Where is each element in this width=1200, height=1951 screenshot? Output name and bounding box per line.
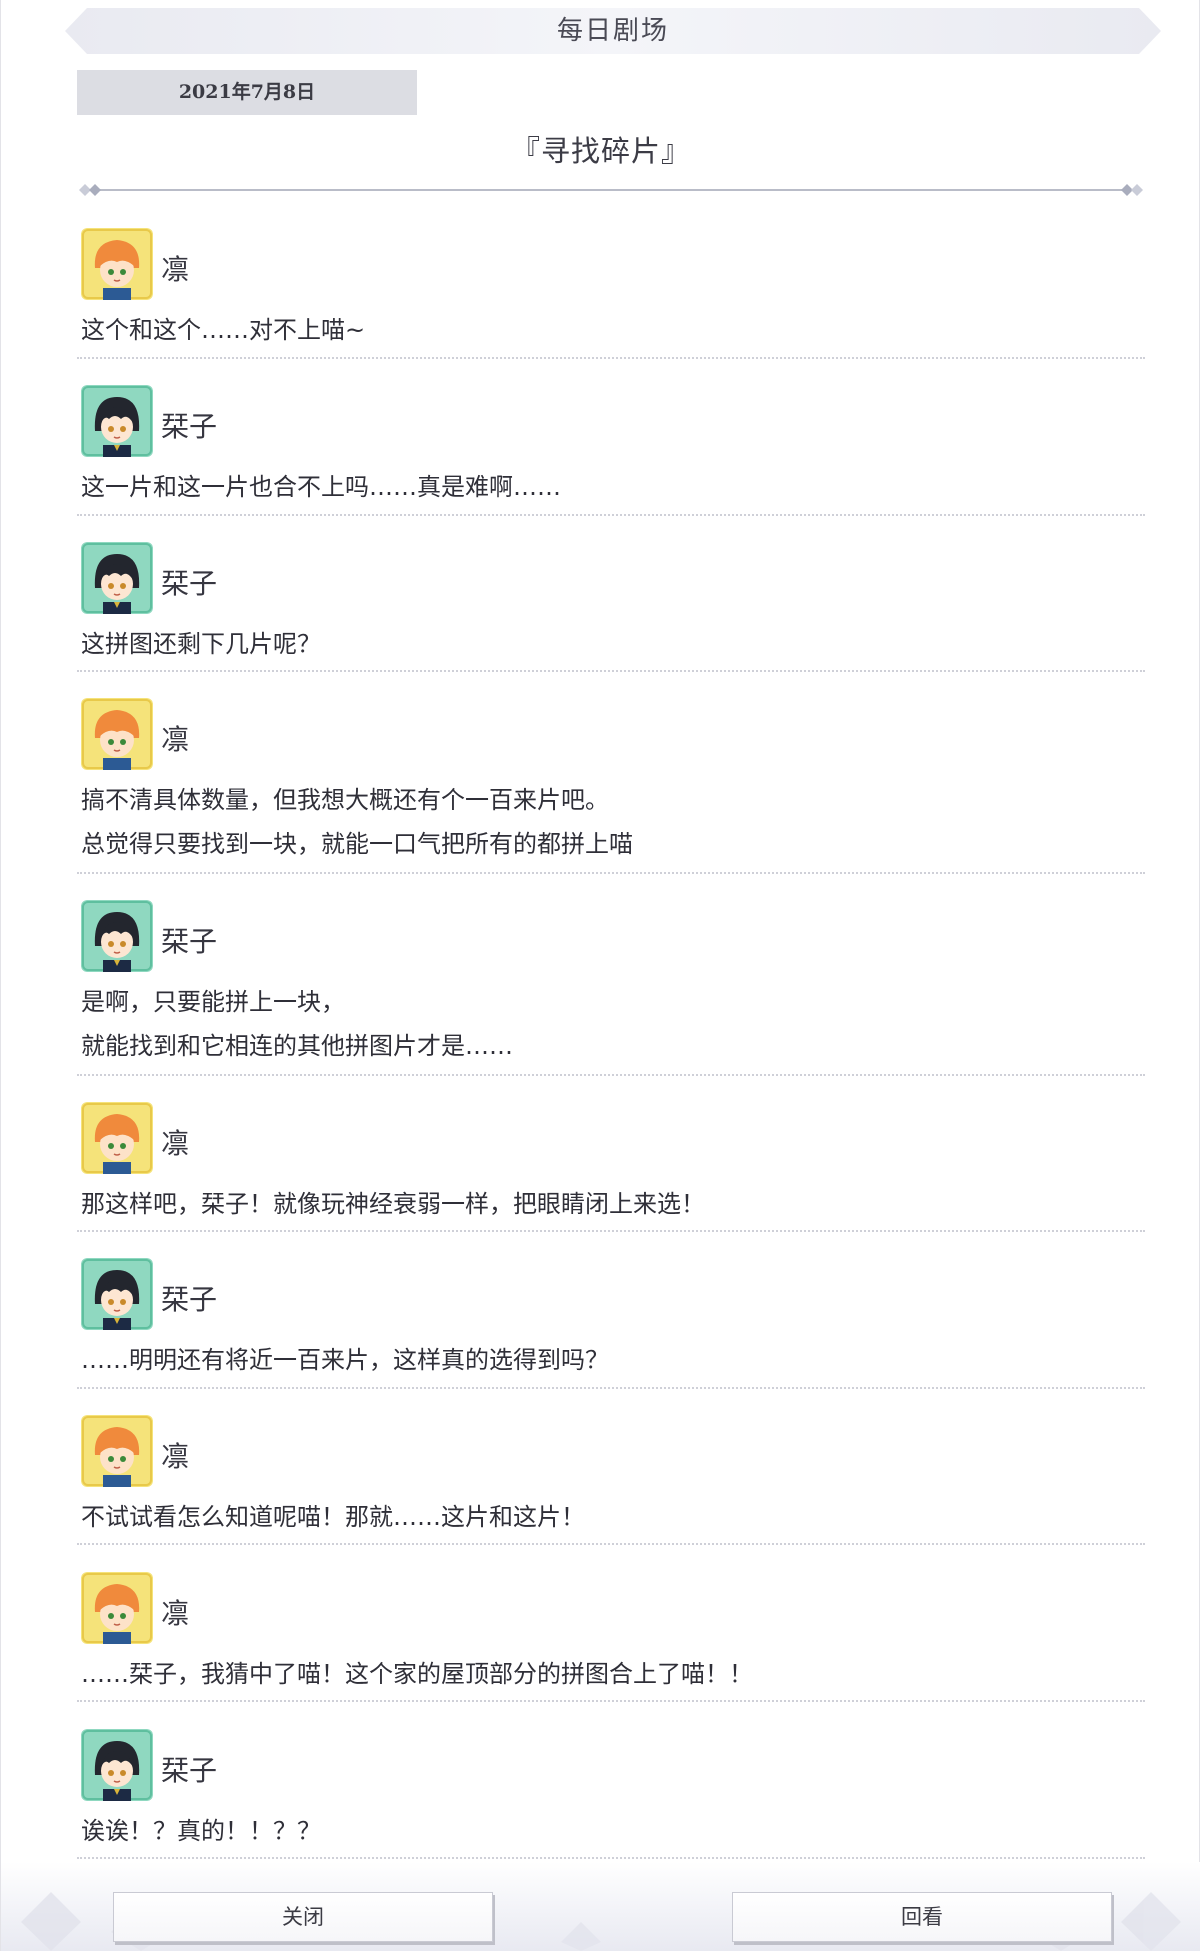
dialogue-line: 总觉得只要找到一块，就能一口气把所有的都拼上喵 bbox=[81, 830, 633, 858]
rin-avatar-icon bbox=[81, 1572, 153, 1644]
shioriko-avatar-icon bbox=[81, 542, 153, 614]
dialogue-line: 这拼图还剩下几片呢？ bbox=[81, 630, 321, 658]
shioriko-avatar-icon bbox=[81, 1258, 153, 1330]
speaker-name: 凛 bbox=[161, 253, 190, 286]
title-divider bbox=[75, 178, 1147, 202]
speaker-name: 凛 bbox=[161, 723, 190, 756]
header-banner: 每日剧场 bbox=[65, 8, 1161, 54]
daily-theater-page: 每日剧场 2021年7月8日 『寻找碎片』 凛 这个和这个……对不上喵~ 栞子 … bbox=[0, 0, 1200, 1951]
dialogue-line: 那这样吧，栞子！就像玩神经衰弱一样，把眼睛闭上来选！ bbox=[81, 1190, 705, 1218]
speaker-name: 凛 bbox=[161, 1127, 190, 1160]
speaker-name: 栞子 bbox=[161, 925, 218, 958]
dialogue-line: 诶诶！？真的！！？？ bbox=[81, 1817, 321, 1845]
dialogue-line: ……明明还有将近一百来片，这样真的选得到吗？ bbox=[81, 1346, 609, 1374]
rin-avatar-icon bbox=[81, 228, 153, 300]
speaker-name: 凛 bbox=[161, 1440, 190, 1473]
speaker-name: 栞子 bbox=[161, 1754, 218, 1787]
speaker-name: 凛 bbox=[161, 1597, 190, 1630]
entry-divider bbox=[77, 670, 1145, 672]
dialogue-line: 不试试看怎么知道呢喵！那就……这片和这片！ bbox=[81, 1503, 585, 1531]
rin-avatar-icon bbox=[81, 698, 153, 770]
date-label: 2021年7月8日 bbox=[77, 70, 417, 115]
entry-divider bbox=[77, 872, 1145, 874]
entry-divider bbox=[77, 1074, 1145, 1076]
header-title: 每日剧场 bbox=[556, 16, 669, 46]
dialogue-line: 就能找到和它相连的其他拼图片才是…… bbox=[81, 1032, 513, 1060]
entry-divider bbox=[77, 1543, 1145, 1545]
speaker-name: 栞子 bbox=[161, 567, 218, 600]
entry-divider bbox=[77, 514, 1145, 516]
entry-divider bbox=[77, 1387, 1145, 1389]
episode-title: 『寻找碎片』 bbox=[510, 134, 691, 168]
dialogue-line: ……栞子，我猜中了喵！这个家的屋顶部分的拼图合上了喵！！ bbox=[81, 1660, 753, 1688]
speaker-name: 栞子 bbox=[161, 410, 218, 443]
entry-divider bbox=[77, 357, 1145, 359]
review-button[interactable]: 回看 bbox=[732, 1892, 1112, 1942]
dialogue-line: 搞不清具体数量，但我想大概还有个一百来片吧。 bbox=[81, 786, 609, 814]
shioriko-avatar-icon bbox=[81, 900, 153, 972]
entry-divider bbox=[77, 1230, 1145, 1232]
dialogue-line: 这一片和这一片也合不上吗……真是难啊…… bbox=[81, 473, 561, 501]
rin-avatar-icon bbox=[81, 1102, 153, 1174]
entry-divider bbox=[77, 1857, 1145, 1859]
dialogue-line: 是啊，只要能拼上一块， bbox=[81, 988, 345, 1016]
dialogue-line: 这个和这个……对不上喵~ bbox=[81, 316, 366, 344]
entry-divider bbox=[77, 1700, 1145, 1702]
shioriko-avatar-icon bbox=[81, 385, 153, 457]
speaker-name: 栞子 bbox=[161, 1283, 218, 1316]
shioriko-avatar-icon bbox=[81, 1729, 153, 1801]
close-button[interactable]: 关闭 bbox=[113, 1892, 493, 1942]
rin-avatar-icon bbox=[81, 1415, 153, 1487]
